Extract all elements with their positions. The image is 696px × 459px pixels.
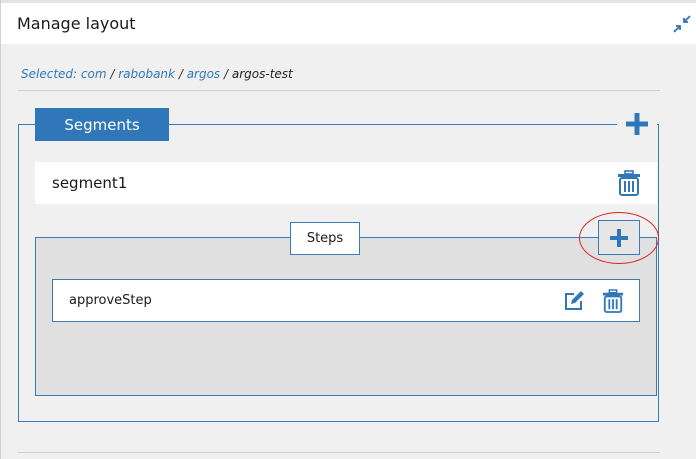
segments-legend: Segments xyxy=(35,108,169,141)
divider xyxy=(18,90,660,91)
breadcrumb-prefix: Selected: xyxy=(21,67,81,81)
breadcrumb-item-argos[interactable]: argos xyxy=(187,67,221,81)
manage-layout-window: Manage layout Selected: com / rabobank /… xyxy=(0,0,696,459)
breadcrumb-item-rabobank[interactable]: rabobank xyxy=(118,67,175,81)
step-row: approveStep xyxy=(52,279,640,322)
edit-step-button[interactable] xyxy=(563,290,585,312)
divider xyxy=(18,452,660,453)
trash-icon xyxy=(602,289,624,313)
collapse-arrows-icon[interactable] xyxy=(673,15,691,33)
plus-icon xyxy=(610,228,628,247)
add-step-button[interactable] xyxy=(598,220,640,255)
delete-segment-button[interactable] xyxy=(617,170,641,196)
breadcrumb-current: argos-test xyxy=(231,67,293,81)
delete-step-button[interactable] xyxy=(602,289,624,313)
segment-name: segment1 xyxy=(52,174,128,192)
breadcrumb-separator: / xyxy=(224,67,232,81)
breadcrumb-separator: / xyxy=(178,67,187,81)
breadcrumb-item-com[interactable]: com xyxy=(81,67,107,81)
steps-legend: Steps xyxy=(290,222,360,255)
title-bar: Manage layout xyxy=(1,0,696,44)
step-name: approveStep xyxy=(69,293,152,308)
breadcrumb: Selected: com / rabobank / argos / argos… xyxy=(21,67,293,81)
plus-icon xyxy=(626,113,648,135)
add-segment-button[interactable] xyxy=(617,108,657,140)
trash-icon xyxy=(618,170,640,196)
segment-row: segment1 xyxy=(35,162,657,204)
window-title: Manage layout xyxy=(17,14,136,33)
edit-icon xyxy=(565,291,584,310)
